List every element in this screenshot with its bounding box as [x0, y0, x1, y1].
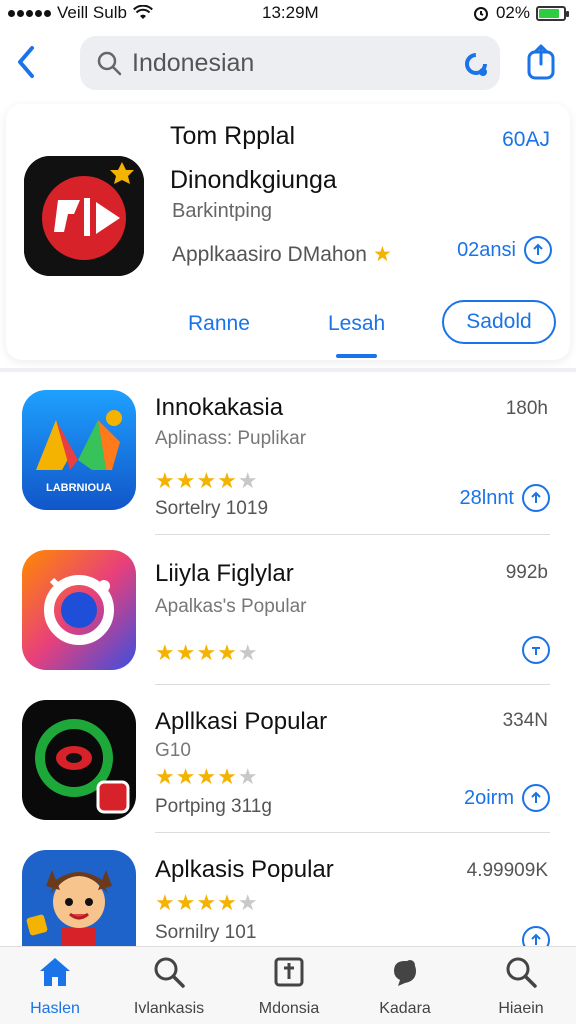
battery-percent: 02%: [495, 3, 530, 22]
featured-title: Tom Rpplal: [170, 122, 296, 150]
share-icon[interactable]: [524, 42, 558, 82]
tab-lesah[interactable]: Lesah: [328, 312, 385, 358]
app-size: 992b: [505, 562, 548, 583]
app-icon[interactable]: LABRNIOUA: [22, 390, 136, 510]
app-name: Innokakasia: [155, 394, 284, 421]
tab-ivlankasis[interactable]: Ivlankasis: [114, 955, 224, 1018]
app-name: Liiyla Figlylar: [155, 560, 294, 587]
featured-description-text: Applkaasiro DMahon: [172, 242, 367, 266]
download-arrow-icon: [522, 636, 550, 664]
download-arrow-icon: [522, 484, 550, 512]
section-divider: [0, 368, 576, 372]
cartoon-kid-icon: [22, 850, 136, 946]
back-chevron-icon[interactable]: [12, 42, 40, 82]
app-subtitle: G10: [155, 740, 191, 761]
get-label: 28lnnt: [459, 486, 515, 509]
status-right: 02%: [472, 3, 569, 23]
app-icon[interactable]: [22, 850, 136, 946]
tab-label: Mdonsia: [258, 1000, 320, 1017]
search-icon: [506, 957, 537, 988]
tab-home[interactable]: Haslen: [0, 955, 110, 1018]
clear-icon[interactable]: [462, 50, 490, 78]
app-name: Apllkasi Popular: [155, 708, 328, 735]
app-size: 334N: [502, 710, 548, 731]
app-meta: Portping 311g: [155, 796, 272, 817]
tab-label: Kadara: [379, 1000, 431, 1017]
search-header: [0, 28, 576, 100]
play-logo-icon: [24, 156, 144, 276]
tab-label: Haslen: [30, 1000, 80, 1017]
status-left: Veill Sulb: [8, 3, 153, 23]
row-divider: [155, 684, 550, 685]
app-name: Aplkasis Popular: [155, 856, 334, 883]
app-icon[interactable]: [22, 700, 136, 820]
tab-hiaein[interactable]: Hiaein: [466, 955, 576, 1018]
featured-description: Applkaasiro DMahon ★: [172, 242, 392, 267]
record-logo-icon: [22, 700, 136, 820]
get-button[interactable]: [522, 636, 550, 664]
get-label: 2oirm: [463, 786, 514, 809]
tab-label: Hiaein: [498, 1000, 544, 1017]
card-tabs: Ranne Lesah Sadold: [6, 300, 570, 360]
featured-category: Barkintping: [172, 200, 273, 222]
search-icon: [154, 957, 185, 988]
app-meta: Sortelry 1019: [155, 498, 269, 519]
rating-stars: ★★★★★: [155, 640, 259, 665]
featured-subtitle: Dinondkgiunga: [170, 166, 337, 194]
featured-app-icon[interactable]: [24, 156, 144, 276]
status-bar: Veill Sulb 13:29M 02%: [0, 0, 576, 26]
rating-stars: ★★★★★: [155, 764, 259, 789]
app-size: 4.99909K: [466, 860, 548, 881]
rating-stars: ★★★★★: [155, 468, 259, 493]
carrier-name: Veill Sulb: [57, 3, 127, 22]
featured-get-label: 02ansi: [457, 238, 516, 261]
tab-mdonsia[interactable]: Mdonsia: [234, 955, 344, 1018]
bottom-tab-bar: Haslen Ivlankasis Mdonsia Kadara Hiaein: [0, 946, 576, 1024]
battery-icon: [536, 5, 569, 21]
search-icon: [97, 51, 122, 76]
home-icon: [40, 958, 70, 986]
app-icon-text: LABRNIOUA: [46, 482, 112, 494]
app-icon[interactable]: [22, 550, 136, 670]
status-time: 13:29M: [262, 3, 319, 22]
star-icon: ★: [372, 243, 392, 266]
tab-kadara[interactable]: Kadara: [350, 955, 460, 1018]
row-divider: [155, 534, 550, 535]
apps-icon: [274, 957, 304, 987]
app-meta: Sornilry 101: [155, 922, 257, 943]
wifi-icon: [133, 5, 153, 19]
app-size: 180h: [505, 398, 548, 419]
arcade-icon: [394, 960, 416, 986]
tab-label: Ivlankasis: [133, 1000, 205, 1017]
featured-app-card[interactable]: Tom Rpplal Dinondkgiunga Barkintping App…: [6, 104, 570, 360]
ring-logo-icon: [22, 550, 136, 670]
get-button[interactable]: 28lnnt: [459, 484, 550, 512]
search-input[interactable]: [132, 48, 432, 78]
row-divider: [155, 832, 550, 833]
app-subtitle: Apalkas's Popular: [155, 596, 307, 617]
app-subtitle: Aplinass: Puplikar: [155, 428, 307, 449]
download-arrow-icon: [522, 784, 550, 812]
featured-corner-label: 60AJ: [502, 128, 550, 151]
rating-stars: ★★★★★: [155, 890, 259, 915]
get-button[interactable]: 2oirm: [464, 784, 550, 812]
download-arrow-icon: [524, 236, 552, 264]
sadold-button[interactable]: Sadold: [442, 300, 556, 344]
tab-ranne[interactable]: Ranne: [188, 312, 250, 336]
signal-icon: [8, 9, 51, 17]
alarm-icon: [473, 7, 488, 21]
featured-get-button[interactable]: 02ansi: [457, 236, 552, 264]
search-bar[interactable]: [80, 36, 500, 90]
